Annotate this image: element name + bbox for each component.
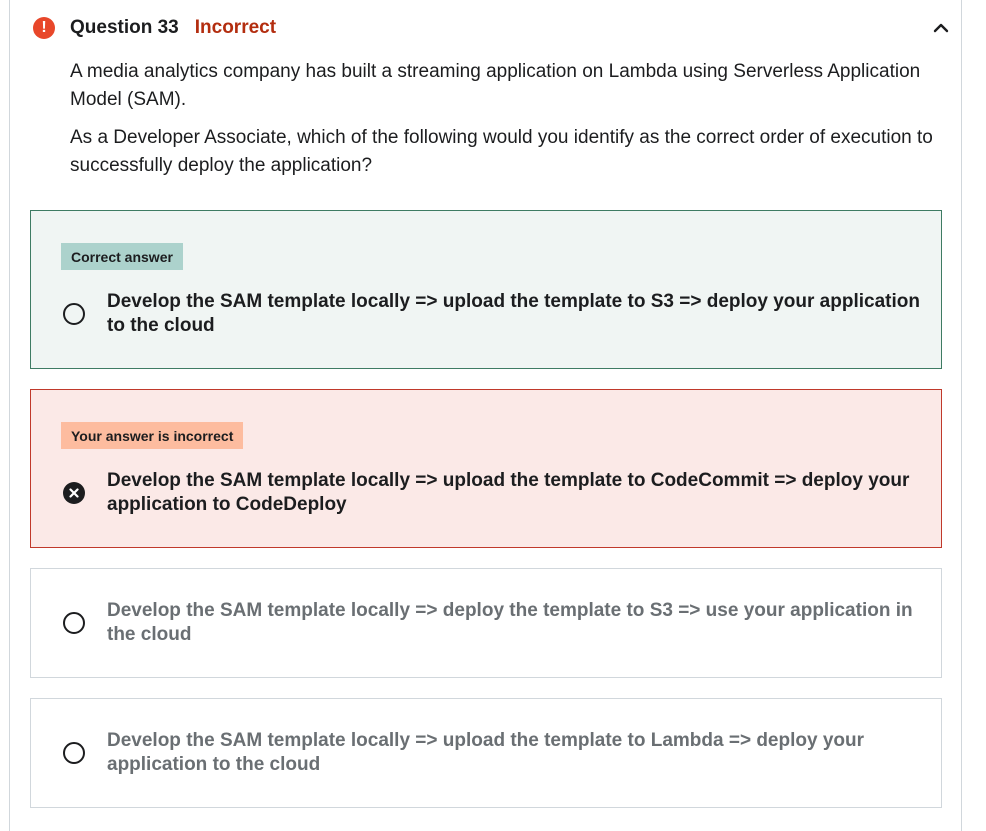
question-prompt: A media analytics company has built a st… (70, 58, 970, 190)
correct-answer-badge: Correct answer (61, 243, 183, 270)
answer-text: Develop the SAM template locally => uplo… (107, 730, 865, 775)
x-circle-icon[interactable] (63, 482, 85, 504)
exclamation-icon: ! (33, 17, 55, 39)
answer-option-row: Develop the SAM template locally => depl… (63, 599, 921, 647)
answer-text: Develop the SAM template locally => uplo… (107, 291, 920, 336)
answer-option-row: Develop the SAM template locally => uplo… (63, 290, 921, 338)
answer-option-row: Develop the SAM template locally => uplo… (63, 469, 921, 517)
question-header: ! Question 33 Incorrect (33, 14, 952, 42)
answer-text: Develop the SAM template locally => uplo… (107, 470, 910, 515)
answer-option[interactable]: Develop the SAM template locally => uplo… (30, 698, 942, 808)
question-number: Question 33 (70, 17, 179, 38)
answer-option[interactable]: Develop the SAM template locally => depl… (30, 568, 942, 678)
result-status: Incorrect (194, 17, 277, 38)
close-icon (69, 488, 79, 498)
question-paragraph: As a Developer Associate, which of the f… (70, 127, 933, 176)
radio-button[interactable] (63, 742, 85, 764)
answer-option-row: Develop the SAM template locally => uplo… (63, 729, 921, 777)
radio-button[interactable] (63, 612, 85, 634)
answer-option-incorrect: Your answer is incorrect Develop the SAM… (30, 389, 942, 548)
radio-button[interactable] (63, 303, 85, 325)
chevron-up-icon (933, 23, 949, 33)
incorrect-answer-badge: Your answer is incorrect (61, 422, 244, 449)
question-paragraph: A media analytics company has built a st… (70, 61, 921, 110)
answer-option-correct: Correct answer Develop the SAM template … (30, 210, 942, 369)
answer-text: Develop the SAM template locally => depl… (107, 600, 913, 645)
collapse-button[interactable] (930, 17, 952, 39)
